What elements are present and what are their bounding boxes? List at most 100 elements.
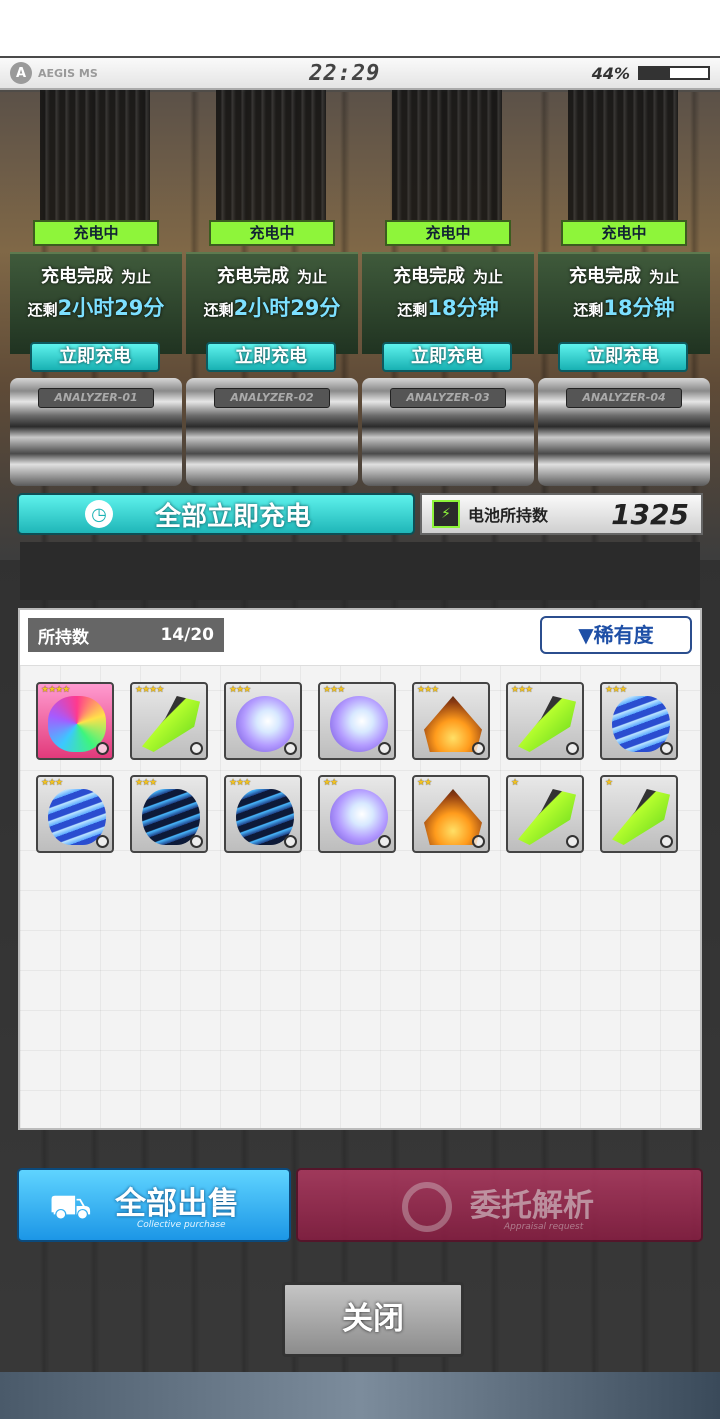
charger-3: 充电中 充电完成 为止 还剩18分钟 立即充电 ANALYZER-03: [362, 90, 534, 486]
charge-info-panel: 充电完成 为止 还剩2小时29分 立即充电: [10, 252, 182, 372]
charging-status-tag: 充电中: [209, 220, 335, 246]
clock: 22:29: [309, 60, 381, 86]
magnifier-icon[interactable]: [190, 742, 203, 755]
rarity-stars: ★★★★: [41, 685, 70, 695]
magnifier-icon[interactable]: [660, 742, 673, 755]
charge-now-button[interactable]: 立即充电: [206, 342, 336, 372]
rarity-stars: ★: [605, 778, 613, 788]
magnifier-icon[interactable]: [190, 835, 203, 848]
analyze-ring-icon: [402, 1182, 452, 1232]
rarity-stars: ★★★: [605, 685, 627, 695]
charge-complete-label: 充电完成: [392, 266, 465, 287]
magnifier-icon[interactable]: [378, 742, 391, 755]
battery-icon: [638, 66, 710, 80]
magnifier-icon[interactable]: [284, 835, 297, 848]
inventory-item[interactable]: ★: [600, 775, 678, 853]
truck-icon: ⛟: [49, 1187, 92, 1227]
magnifier-icon[interactable]: [472, 835, 485, 848]
analyzer-machine: ANALYZER-02: [186, 378, 358, 486]
charging-status-tag: 充电中: [561, 220, 687, 246]
item-grid: ★★★★ ★★★★ ★★★ ★★★ ★★★ ★★★ ★★★ ★★★ ★★★ ★★★ ★★ ★★ ★ ★: [36, 682, 686, 853]
inventory-item[interactable]: ★★★: [600, 682, 678, 760]
magnifier-icon[interactable]: [96, 835, 109, 848]
magnifier-icon[interactable]: [472, 742, 485, 755]
inventory-item[interactable]: ★★★: [130, 775, 208, 853]
rarity-stars: ★★★: [323, 685, 345, 695]
magnifier-icon[interactable]: [566, 742, 579, 755]
owned-label: 所持数: [38, 627, 89, 648]
sell-all-label: 全部出售: [115, 1186, 239, 1222]
sell-all-button[interactable]: ⛟ 全部出售 Collective purchase: [17, 1168, 291, 1242]
battery-stock-value: 1325: [611, 497, 689, 531]
magnifier-icon[interactable]: [378, 835, 391, 848]
battery-fill: [640, 68, 670, 78]
owned-value: 14/20: [160, 625, 214, 645]
brand-name: AEGIS MS: [38, 66, 98, 80]
charging-status-tag: 充电中: [33, 220, 159, 246]
charger-4: 充电中 充电完成 为止 还剩18分钟 立即充电 ANALYZER-04: [538, 90, 710, 486]
until-label: 为止: [648, 268, 679, 286]
battery-item-icon: ⚡: [432, 500, 460, 528]
cables-decoration: [40, 90, 150, 240]
owned-count-badge: 所持数 14/20: [28, 618, 224, 652]
remaining-prefix: 还剩: [203, 301, 234, 319]
inventory-item[interactable]: ★★★: [318, 682, 396, 760]
charge-complete-label: 充电完成: [216, 266, 289, 287]
rarity-stars: ★★★★: [135, 685, 164, 695]
rarity-stars: ★: [511, 778, 519, 788]
rarity-stars: ★★: [417, 778, 432, 788]
magnifier-icon[interactable]: [96, 742, 109, 755]
charge-info-panel: 充电完成 为止 还剩18分钟 立即充电: [538, 252, 710, 372]
analyzer-machine: ANALYZER-04: [538, 378, 710, 486]
inventory-panel: 所持数 14/20 ▼稀有度 ★★★★ ★★★★ ★★★ ★★★ ★★★ ★★★ ★★★ ★★…: [18, 608, 702, 1130]
magnifier-icon[interactable]: [566, 835, 579, 848]
charge-all-button[interactable]: ◷ 全部立即充电: [17, 493, 415, 535]
rarity-stars: ★★★: [229, 685, 251, 695]
charger-row: 充电中 充电完成 为止 还剩2小时29分 立即充电 ANALYZER-01 充电中…: [10, 90, 710, 486]
device-battery: 44%: [592, 64, 710, 83]
charge-complete-label: 充电完成: [40, 266, 113, 287]
inventory-item[interactable]: ★: [506, 775, 584, 853]
rarity-stars: ★★★: [135, 778, 157, 788]
analyzer-label: ANALYZER-04: [566, 388, 682, 408]
charge-now-button[interactable]: 立即充电: [558, 342, 688, 372]
inventory-item[interactable]: ★★★: [224, 775, 302, 853]
charger-1: 充电中 充电完成 为止 还剩2小时29分 立即充电 ANALYZER-01: [10, 90, 182, 486]
analyzer-label: ANALYZER-01: [38, 388, 154, 408]
inventory-item[interactable]: ★★★: [506, 682, 584, 760]
background-footer: [0, 1372, 720, 1419]
rarity-stars: ★★★: [417, 685, 439, 695]
analyzer-machine: ANALYZER-01: [10, 378, 182, 486]
appraisal-request-button[interactable]: 委托解析 Appraisal request: [296, 1168, 703, 1242]
inventory-item[interactable]: ★★: [318, 775, 396, 853]
charger-2: 充电中 充电完成 为止 还剩2小时29分 立即充电 ANALYZER-02: [186, 90, 358, 486]
until-label: 为止: [120, 268, 151, 286]
inventory-item[interactable]: ★★★: [412, 682, 490, 760]
battery-percent: 44%: [591, 63, 630, 83]
charge-info-panel: 充电完成 为止 还剩18分钟 立即充电: [362, 252, 534, 372]
inventory-item[interactable]: ★★★: [224, 682, 302, 760]
rarity-stars: ★★★: [511, 685, 533, 695]
inventory-item[interactable]: ★★★: [36, 775, 114, 853]
charge-all-label: 全部立即充电: [155, 501, 312, 532]
top-blank-area: [0, 0, 720, 56]
battery-stock-label: 电池所持数: [468, 506, 549, 525]
inventory-item[interactable]: ★★★★: [36, 682, 114, 760]
close-button[interactable]: 关闭: [282, 1282, 464, 1357]
sort-rarity-button[interactable]: ▼稀有度: [540, 616, 692, 654]
charge-now-button[interactable]: 立即充电: [30, 342, 160, 372]
charge-now-button[interactable]: 立即充电: [382, 342, 512, 372]
inventory-item[interactable]: ★★: [412, 775, 490, 853]
magnifier-icon[interactable]: [660, 835, 673, 848]
info-bar: [20, 542, 700, 600]
clock-icon: ◷: [85, 500, 113, 528]
magnifier-icon[interactable]: [284, 742, 297, 755]
rarity-stars: ★★: [323, 778, 338, 788]
remaining-prefix: 还剩: [573, 301, 604, 319]
cables-decoration: [216, 90, 326, 240]
remaining-prefix: 还剩: [397, 301, 428, 319]
until-label: 为止: [472, 268, 503, 286]
appraisal-sublabel: Appraisal request: [504, 1222, 584, 1232]
sell-all-sublabel: Collective purchase: [137, 1220, 226, 1230]
inventory-item[interactable]: ★★★★: [130, 682, 208, 760]
